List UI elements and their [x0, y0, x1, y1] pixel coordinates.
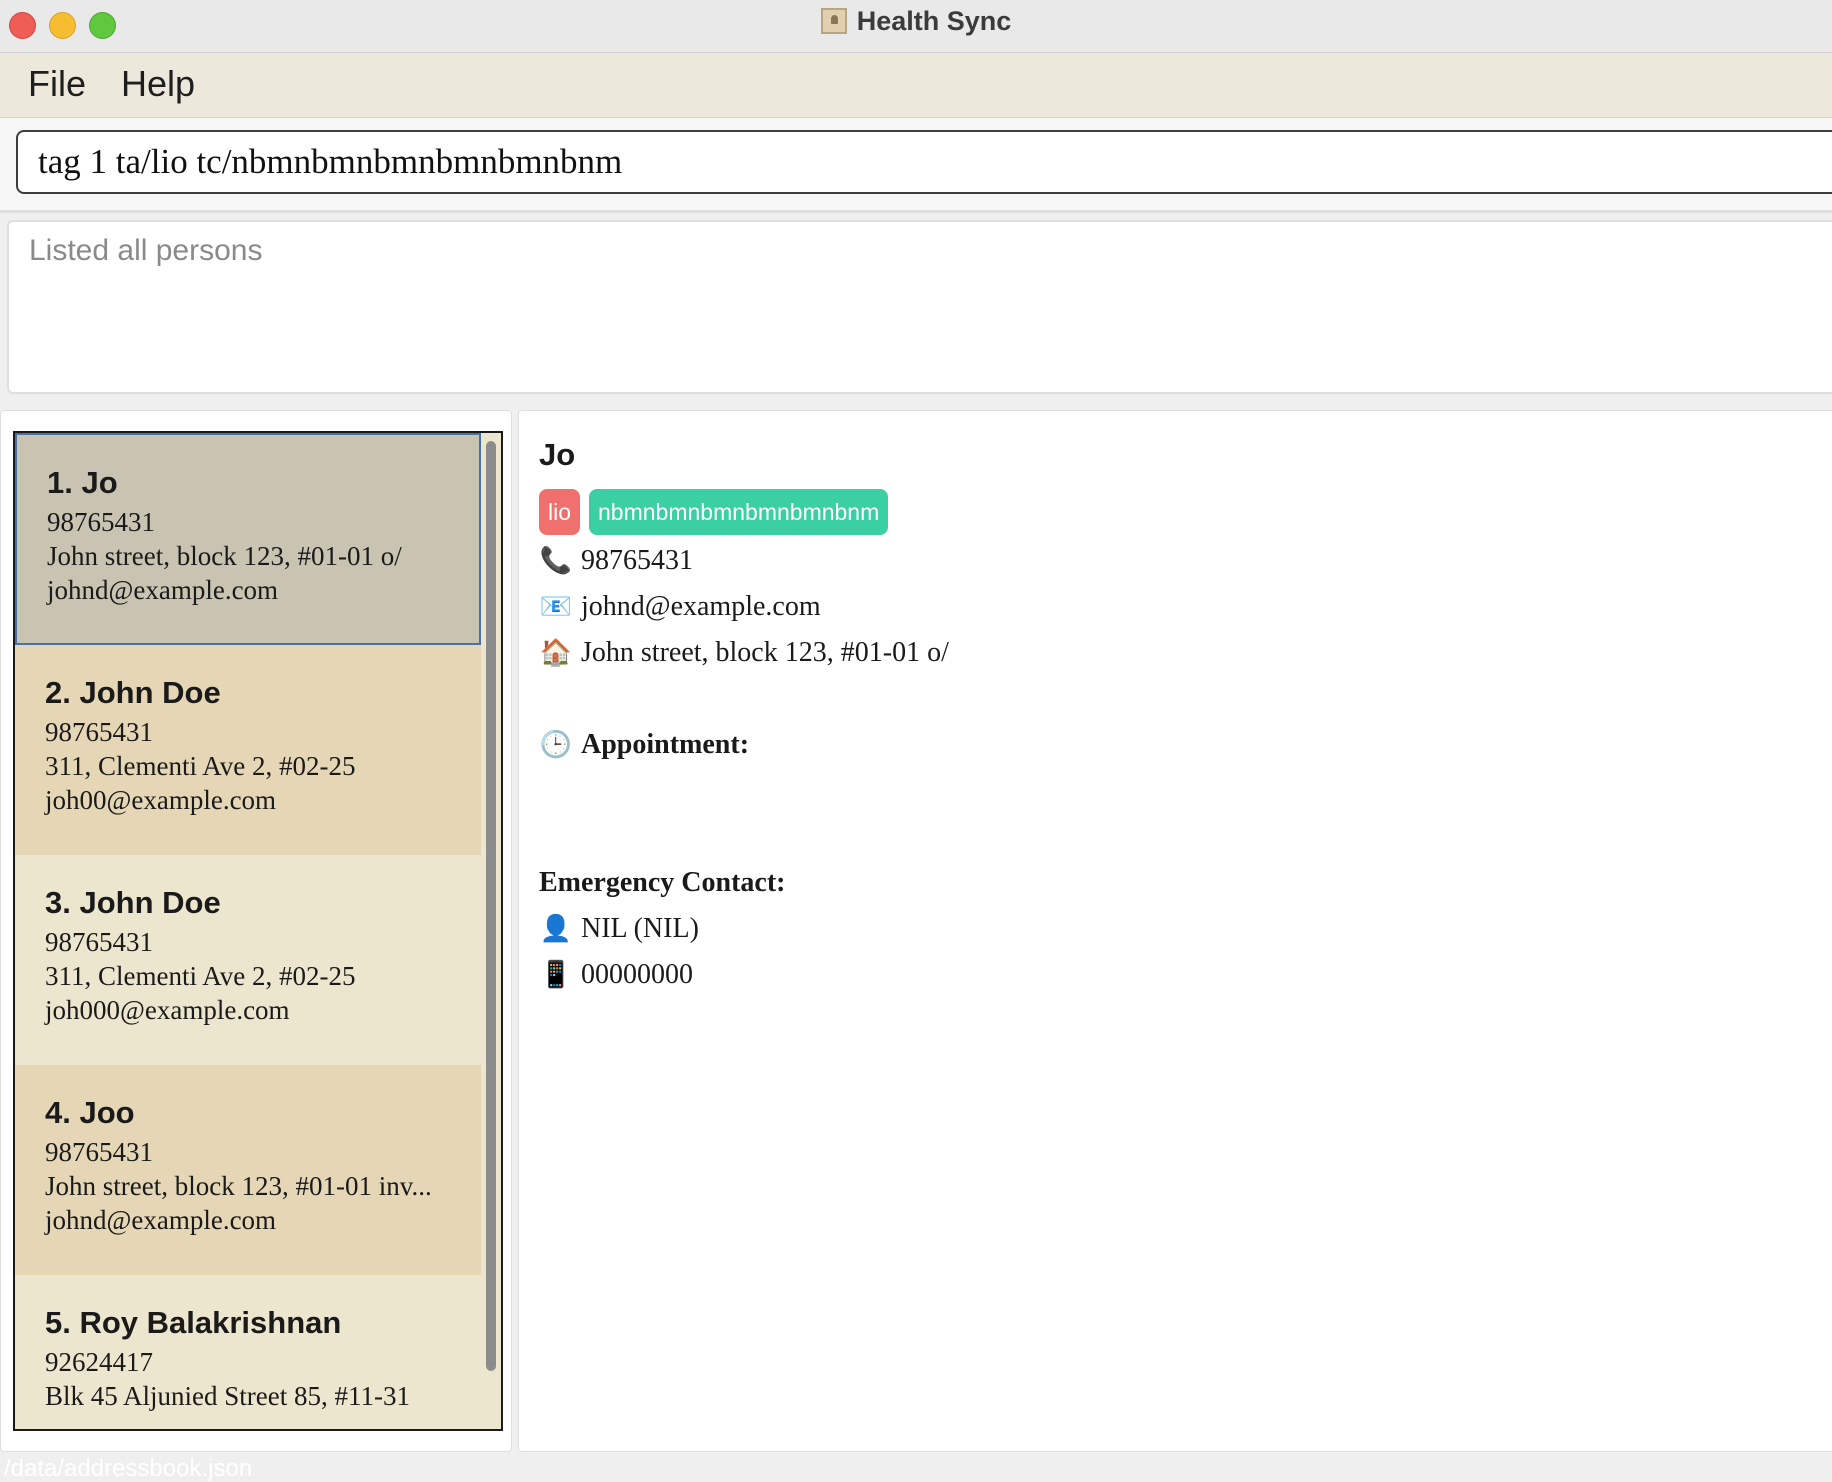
status-bar: /data/addressbook.json — [0, 1456, 1832, 1482]
person-card-5[interactable]: 5. Roy Balakrishnan 92624417 Blk 45 Alju… — [15, 1275, 481, 1429]
window-title-area: Health Sync — [0, 6, 1832, 37]
person-name: 2. John Doe — [45, 675, 221, 710]
menu-bar: File Help — [0, 53, 1832, 118]
person-card-4[interactable]: 4. Joo 98765431 John street, block 123, … — [15, 1065, 481, 1275]
clock-icon: 🕒 — [539, 730, 573, 760]
person-name: 3. John Doe — [45, 885, 221, 920]
person-card-3[interactable]: 3. John Doe 98765431 311, Clementi Ave 2… — [15, 855, 481, 1065]
detail-appointment-row: 🕒 Appointment: — [539, 729, 749, 761]
tag-condition: nbmnbmnbmnbmnbmnbnm — [589, 489, 889, 535]
detail-address: John street, block 123, #01-01 o/ — [581, 637, 949, 668]
person-name: 5. Roy Balakrishnan — [45, 1305, 342, 1340]
person-address: John street, block 123, #01-01 inv... — [45, 1171, 432, 1201]
emergency-phone-row: 📱 00000000 — [539, 959, 693, 991]
person-detail-panel: Jo lio nbmnbmnbmnbmnbmnbnm 📞 98765431 📧 joh… — [518, 410, 1832, 1452]
result-display: Listed all persons — [7, 220, 1832, 394]
command-area: tag 1 ta/lio tc/nbmnbmnbmnbmnbmnbnm — [0, 118, 1832, 213]
person-list[interactable]: 1. Jo 98765431 John street, block 123, #… — [13, 431, 503, 1431]
detail-name: Jo — [539, 437, 576, 472]
detail-tags: lio nbmnbmnbmnbmnbmnbnm — [539, 489, 897, 535]
detail-phone: 98765431 — [581, 545, 693, 576]
menu-help[interactable]: Help — [121, 63, 195, 105]
person-phone: 98765431 — [45, 927, 153, 957]
person-card-1[interactable]: 1. Jo 98765431 John street, block 123, #… — [15, 433, 481, 645]
person-phone: 92624417 — [45, 1347, 153, 1377]
mobile-phone-icon: 📱 — [539, 960, 573, 990]
window-title: Health Sync — [856, 6, 1012, 36]
list-scrollbar-thumb[interactable] — [486, 441, 496, 1371]
person-address: John street, block 123, #01-01 o/ — [47, 541, 402, 571]
detail-phone-row: 📞 98765431 — [539, 545, 693, 577]
app-icon — [820, 8, 847, 34]
person-list-panel: 1. Jo 98765431 John street, block 123, #… — [0, 410, 512, 1452]
emergency-contact-heading-row: Emergency Contact: — [539, 867, 785, 899]
list-scrollbar[interactable] — [485, 441, 497, 1381]
person-email: joh000@example.com — [45, 995, 290, 1025]
phone-icon: 📞 — [539, 546, 573, 576]
title-bar: Health Sync — [0, 0, 1832, 53]
person-email: joh00@example.com — [45, 785, 277, 815]
tag-lio: lio — [539, 489, 581, 535]
person-address: 311, Clementi Ave 2, #02-25 — [45, 751, 356, 781]
person-email: johnd@example.com — [45, 1205, 277, 1235]
command-input[interactable]: tag 1 ta/lio tc/nbmnbmnbmnbmnbmnbnm — [16, 130, 1832, 194]
result-text: Listed all persons — [29, 234, 263, 267]
appointment-label: Appointment: — [581, 729, 750, 760]
person-phone: 98765431 — [45, 1137, 153, 1167]
detail-address-row: 🏠 John street, block 123, #01-01 o/ — [539, 637, 949, 669]
person-icon: 👤 — [539, 914, 573, 944]
emergency-phone: 00000000 — [581, 959, 693, 990]
emergency-name: NIL (NIL) — [581, 913, 699, 944]
person-name: 4. Joo — [45, 1095, 135, 1130]
emergency-contact-label: Emergency Contact: — [539, 867, 786, 898]
house-icon: 🏠 — [539, 638, 573, 668]
person-card-2[interactable]: 2. John Doe 98765431 311, Clementi Ave 2… — [15, 645, 481, 855]
detail-email-row: 📧 johnd@example.com — [539, 591, 821, 623]
person-name: 1. Jo — [47, 465, 118, 500]
person-phone: 98765431 — [45, 717, 153, 747]
save-location: /data/addressbook.json — [4, 1456, 253, 1482]
emergency-name-row: 👤 NIL (NIL) — [539, 913, 699, 945]
email-icon: 📧 — [539, 592, 573, 622]
person-phone: 98765431 — [47, 507, 155, 537]
menu-file[interactable]: File — [28, 63, 86, 105]
person-email: johnd@example.com — [47, 575, 279, 605]
detail-email: johnd@example.com — [581, 591, 821, 622]
person-address: 311, Clementi Ave 2, #02-25 — [45, 961, 356, 991]
person-address: Blk 45 Aljunied Street 85, #11-31 — [45, 1381, 410, 1411]
